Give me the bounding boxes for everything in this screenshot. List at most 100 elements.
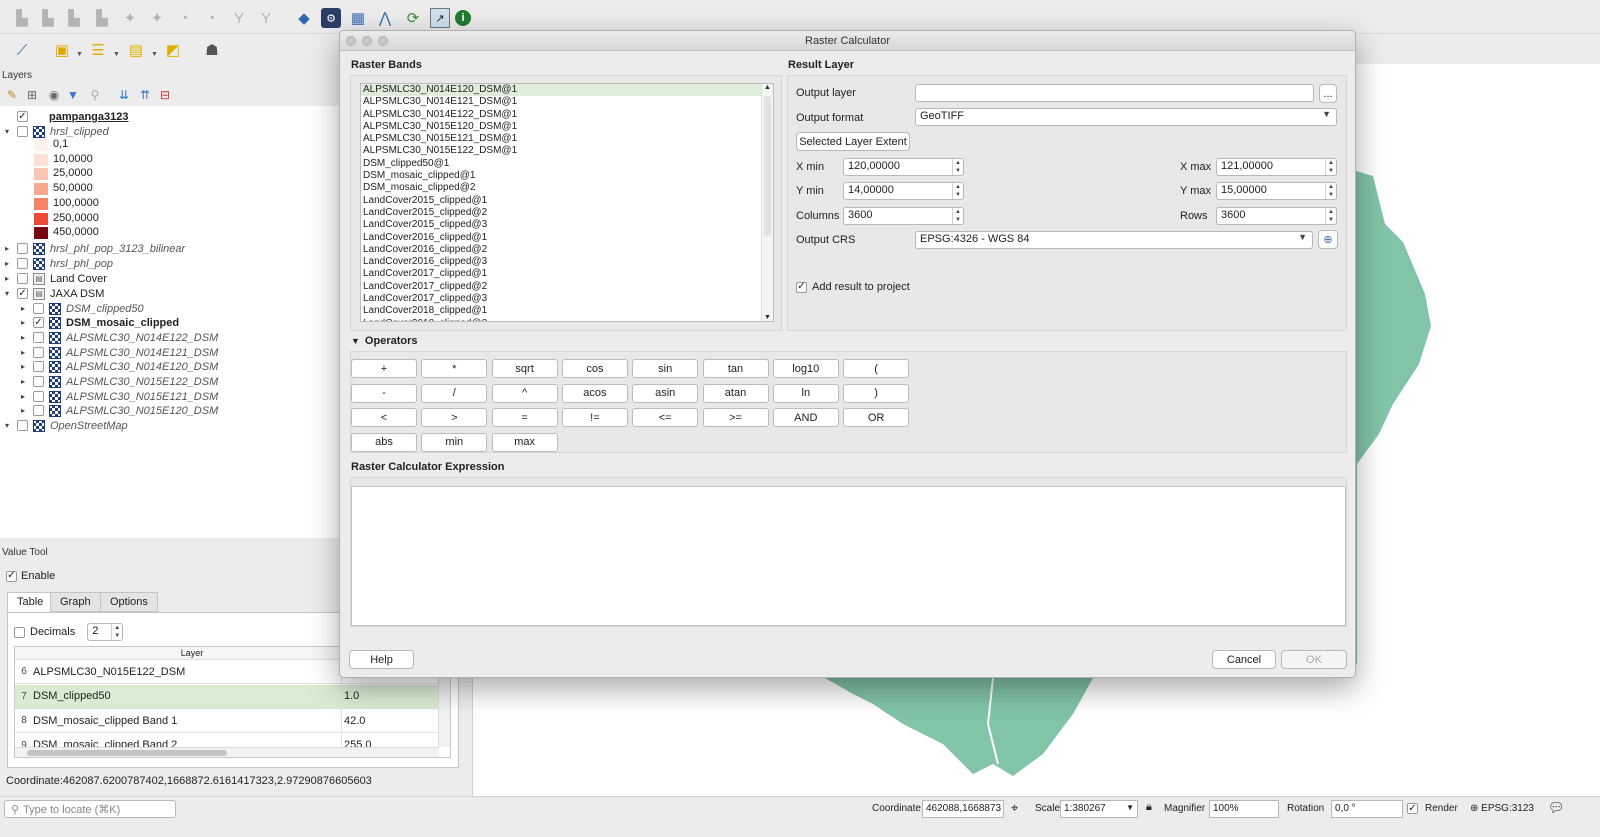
dialog-titlebar[interactable]: Raster Calculator bbox=[340, 31, 1355, 51]
chevron-down-icon[interactable]: ▾ bbox=[2, 421, 12, 430]
python-icon[interactable]: ◆ bbox=[294, 8, 314, 28]
columns-spinbox[interactable]: 3600 ▲ ▼ bbox=[843, 207, 964, 225]
spin-arrows-icon[interactable]: ▲ ▼ bbox=[111, 624, 122, 640]
zoom-window-icon[interactable] bbox=[378, 36, 388, 46]
xmax-spinbox[interactable]: 121,00000 ▲ ▼ bbox=[1216, 158, 1337, 176]
collapse-all-icon[interactable]: ⇈ bbox=[135, 85, 155, 105]
enable-checkbox[interactable]: ✓ bbox=[6, 570, 17, 582]
digitize-icon[interactable]: ▙ bbox=[92, 8, 112, 28]
attribute-table-icon[interactable]: ☰ bbox=[88, 40, 108, 60]
raster-band-item[interactable]: LandCover2018_clipped@2 bbox=[361, 318, 773, 321]
operator-button[interactable]: <= bbox=[632, 408, 699, 427]
minimize-window-icon[interactable] bbox=[362, 36, 372, 46]
chevron-right-icon[interactable]: ▸ bbox=[2, 259, 12, 268]
filter-legend-icon[interactable]: ⚲ bbox=[85, 85, 105, 105]
layer-row[interactable]: ▸ hrsl_phl_pop_3123_bilinear bbox=[2, 241, 185, 256]
graph-plugin-icon[interactable]: ⋀ bbox=[375, 8, 395, 28]
operator-button[interactable]: != bbox=[561, 408, 628, 427]
raster-bands-list[interactable]: ALPSMLC30_N014E120_DSM@1 ALPSMLC30_N014E1… bbox=[360, 83, 774, 322]
operator-button[interactable]: sqrt bbox=[491, 359, 558, 378]
rows-spinbox[interactable]: 3600 ▲ ▼ bbox=[1216, 207, 1337, 225]
chevron-right-icon[interactable]: ▸ bbox=[18, 318, 28, 327]
scale-combo[interactable]: 1:380267 ▼ bbox=[1060, 800, 1138, 818]
browse-button[interactable]: ... bbox=[1319, 84, 1337, 103]
selected-layer-extent-button[interactable]: Selected Layer Extent bbox=[796, 132, 910, 151]
operators-title[interactable]: ▼ Operators bbox=[351, 335, 418, 347]
ymin-spinbox[interactable]: 14,00000 ▲ ▼ bbox=[843, 182, 964, 200]
layer-visibility-checkbox[interactable] bbox=[17, 243, 28, 254]
remove-layer-icon[interactable]: ⊟ bbox=[155, 85, 175, 105]
bands-scrollbar[interactable]: ▲ ▼ bbox=[761, 84, 773, 321]
operator-button[interactable]: ) bbox=[843, 383, 910, 403]
tab-graph[interactable]: Graph bbox=[50, 592, 101, 612]
operator-button[interactable]: sin bbox=[632, 359, 699, 378]
rotate-icon[interactable]: ◔ bbox=[201, 8, 221, 28]
operator-button[interactable]: ln bbox=[772, 383, 839, 403]
layer-row[interactable]: ▸ ALPSMLC30_N014E122_DSM bbox=[18, 330, 218, 345]
raster-band-item[interactable]: LandCover2017_clipped@1 bbox=[361, 268, 773, 280]
digitize-icon[interactable]: ▙ bbox=[38, 8, 58, 28]
ymax-spinbox[interactable]: 15,00000 ▲ ▼ bbox=[1216, 182, 1337, 200]
operator-button[interactable]: max bbox=[491, 432, 558, 452]
chevron-right-icon[interactable]: ▸ bbox=[2, 244, 12, 253]
raster-band-item[interactable]: LandCover2015_clipped@3 bbox=[361, 219, 773, 231]
raster-band-item[interactable]: DSM_mosaic_clipped@2 bbox=[361, 182, 773, 194]
layer-visibility-checkbox[interactable] bbox=[33, 361, 44, 372]
operator-button[interactable]: - bbox=[351, 383, 417, 403]
extents-toggle-icon[interactable]: ⌖ bbox=[1011, 800, 1018, 816]
operator-button[interactable]: cos bbox=[561, 359, 628, 378]
operator-button[interactable]: log10 bbox=[772, 359, 839, 378]
digitize-icon[interactable]: ▙ bbox=[12, 8, 32, 28]
raster-band-item[interactable]: LandCover2016_clipped@1 bbox=[361, 232, 773, 244]
layer-visibility-checkbox[interactable] bbox=[33, 405, 44, 416]
close-window-icon[interactable] bbox=[346, 36, 356, 46]
raster-band-item[interactable]: ALPSMLC30_N014E120_DSM@1 bbox=[361, 84, 773, 97]
rotation-field[interactable]: 0,0 ° bbox=[1331, 800, 1403, 818]
raster-band-item[interactable]: ALPSMLC30_N015E122_DSM@1 bbox=[361, 145, 773, 157]
magnifier-field[interactable]: 100% bbox=[1209, 800, 1279, 818]
scroll-down-icon[interactable]: ▼ bbox=[762, 314, 773, 321]
decimals-checkbox[interactable] bbox=[14, 626, 25, 638]
operator-button[interactable]: acos bbox=[561, 383, 628, 403]
operator-button[interactable]: atan bbox=[702, 383, 769, 403]
visibility-icon[interactable]: ◉ bbox=[44, 85, 64, 105]
split-icon[interactable]: Y bbox=[229, 8, 249, 28]
operator-button[interactable]: tan bbox=[702, 359, 769, 378]
operator-button[interactable]: < bbox=[351, 408, 417, 427]
split-icon[interactable]: Y bbox=[256, 8, 276, 28]
raster-band-item[interactable]: DSM_mosaic_clipped@1 bbox=[361, 170, 773, 182]
layer-visibility-checkbox[interactable] bbox=[33, 303, 44, 314]
layer-row[interactable]: ▸ ALPSMLC30_N015E121_DSM bbox=[18, 389, 218, 404]
layer-row[interactable]: ▸ ALPSMLC30_N015E122_DSM bbox=[18, 374, 218, 389]
raster-band-item[interactable]: LandCover2015_clipped@2 bbox=[361, 207, 773, 219]
scroll-up-icon[interactable]: ▲ bbox=[762, 84, 773, 91]
layer-row[interactable]: ▸ DSM_clipped50 bbox=[18, 301, 144, 316]
locator-input[interactable]: ⚲ Type to locate (⌘K) bbox=[4, 800, 176, 818]
layer-visibility-checkbox[interactable] bbox=[17, 258, 28, 269]
raster-band-item[interactable]: LandCover2018_clipped@1 bbox=[361, 305, 773, 317]
processing-icon[interactable]: ⚙ bbox=[321, 8, 341, 28]
operator-button[interactable]: = bbox=[491, 408, 558, 427]
raster-band-item[interactable]: ALPSMLC30_N015E121_DSM@1 bbox=[361, 133, 773, 145]
layer-visibility-checkbox[interactable] bbox=[33, 391, 44, 402]
chevron-right-icon[interactable]: ▸ bbox=[18, 304, 28, 313]
operator-button[interactable]: AND bbox=[772, 408, 839, 427]
layer-visibility-checkbox[interactable] bbox=[17, 273, 28, 284]
raster-band-item[interactable]: DSM_clipped50@1 bbox=[361, 158, 773, 170]
chevron-down-icon[interactable]: ▼ bbox=[76, 51, 83, 58]
chevron-right-icon[interactable]: ▸ bbox=[18, 406, 28, 415]
output-crs-select[interactable]: EPSG:4326 - WGS 84 ▼ bbox=[915, 231, 1313, 249]
operator-button[interactable]: > bbox=[421, 408, 488, 427]
coordinate-field[interactable]: 462088,1668873 bbox=[922, 800, 1004, 818]
add-group-icon[interactable]: ⊞ bbox=[22, 85, 42, 105]
spin-arrows-icon[interactable]: ▲ ▼ bbox=[1325, 208, 1336, 224]
operator-button[interactable]: abs bbox=[351, 432, 417, 452]
profile-icon[interactable]: ⟋ bbox=[12, 40, 32, 60]
render-checkbox[interactable]: ✓ bbox=[1407, 803, 1418, 814]
expand-all-icon[interactable]: ⇊ bbox=[114, 85, 134, 105]
ok-button[interactable]: OK bbox=[1281, 650, 1347, 669]
node-tool-icon[interactable]: ✦ bbox=[120, 8, 140, 28]
tab-options[interactable]: Options bbox=[100, 592, 158, 612]
operator-button[interactable]: ( bbox=[843, 359, 910, 378]
raster-band-item[interactable]: LandCover2017_clipped@2 bbox=[361, 281, 773, 293]
